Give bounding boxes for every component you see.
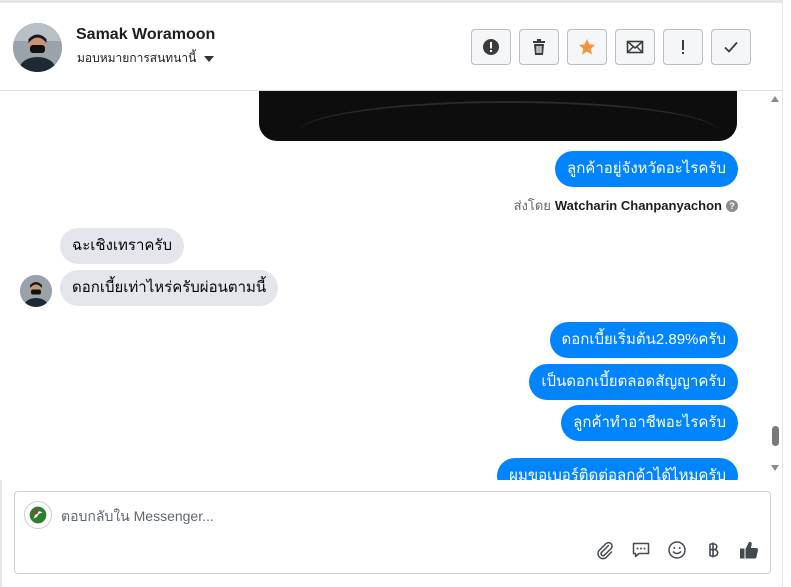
assign-conversation-dropdown[interactable]: มอบหมายการสนทนานี้ [77,49,215,68]
check-icon [724,41,738,53]
image-attachment[interactable] [259,91,737,141]
message-outgoing[interactable]: ลูกค้าทำอาชีพอะไรครับ [561,405,738,441]
reply-input[interactable] [61,506,741,526]
contact-name: Samak Woramoon [76,26,216,43]
scrollbar-thumb[interactable] [772,426,779,446]
composer-tools [594,539,760,561]
message-outgoing[interactable]: เป็นดอกเบี้ยตลอดสัญญาครับ [529,364,738,400]
baht-payment-icon[interactable] [702,539,724,561]
sent-by-name: Watcharin Chanpanyachon [554,198,722,213]
reply-composer [14,491,771,574]
trash-icon [533,39,545,55]
message-outgoing[interactable]: ดอกเบี้ยเริ่มต้น2.89%ครับ [549,322,738,358]
thumbs-up-icon[interactable] [738,539,760,561]
message-outgoing[interactable]: ผมขอเบอร์ติดต่อลูกค้าได้ไหมครับ [497,458,738,480]
page-avatar [24,501,52,529]
saved-reply-icon[interactable] [630,539,652,561]
sent-by-prefix: ส่งโดย [513,198,551,213]
scroll-down-arrow-icon[interactable] [771,465,779,471]
mark-unread-button[interactable] [615,29,655,65]
follow-up-button[interactable] [663,29,703,65]
conversation-actions [471,29,751,65]
emoji-icon[interactable] [666,539,688,561]
delete-button[interactable] [519,29,559,65]
panel-edge [782,0,791,587]
message-incoming[interactable]: ฉะเชิงเทราครับ [60,228,185,264]
star-icon [579,39,595,55]
question-icon[interactable]: ? [726,199,738,212]
caret-down-icon [204,55,215,62]
scroll-up-arrow-icon[interactable] [771,96,779,102]
exclamation-circle-icon [483,39,499,55]
star-button[interactable] [567,29,607,65]
message-outgoing[interactable]: ลูกค้าอยู่จังหวัดอะไรครับ [555,151,738,187]
done-button[interactable] [711,29,751,65]
contact-avatar-small [20,275,52,307]
sent-by-label: ส่งโดย Watcharin Chanpanyachon ? [514,195,738,216]
paperclip-icon[interactable] [594,539,616,561]
contact-avatar[interactable] [13,23,62,72]
assign-label: มอบหมายการสนทนานี้ [77,51,197,65]
spam-button[interactable] [471,29,511,65]
conversation-header: Samak Woramoon มอบหมายการสนทนานี้ [0,3,782,91]
message-incoming[interactable]: ดอกเบี้ยเท่าไหร่ครับผ่อนตามนี้ [60,270,279,306]
exclamation-icon [682,40,684,54]
envelope-icon [626,40,644,54]
conversation-thread[interactable]: ลูกค้าอยู่จังหวัดอะไรครับ ส่งโดย Watchar… [0,91,768,480]
conversation-scrollbar[interactable] [768,91,782,480]
